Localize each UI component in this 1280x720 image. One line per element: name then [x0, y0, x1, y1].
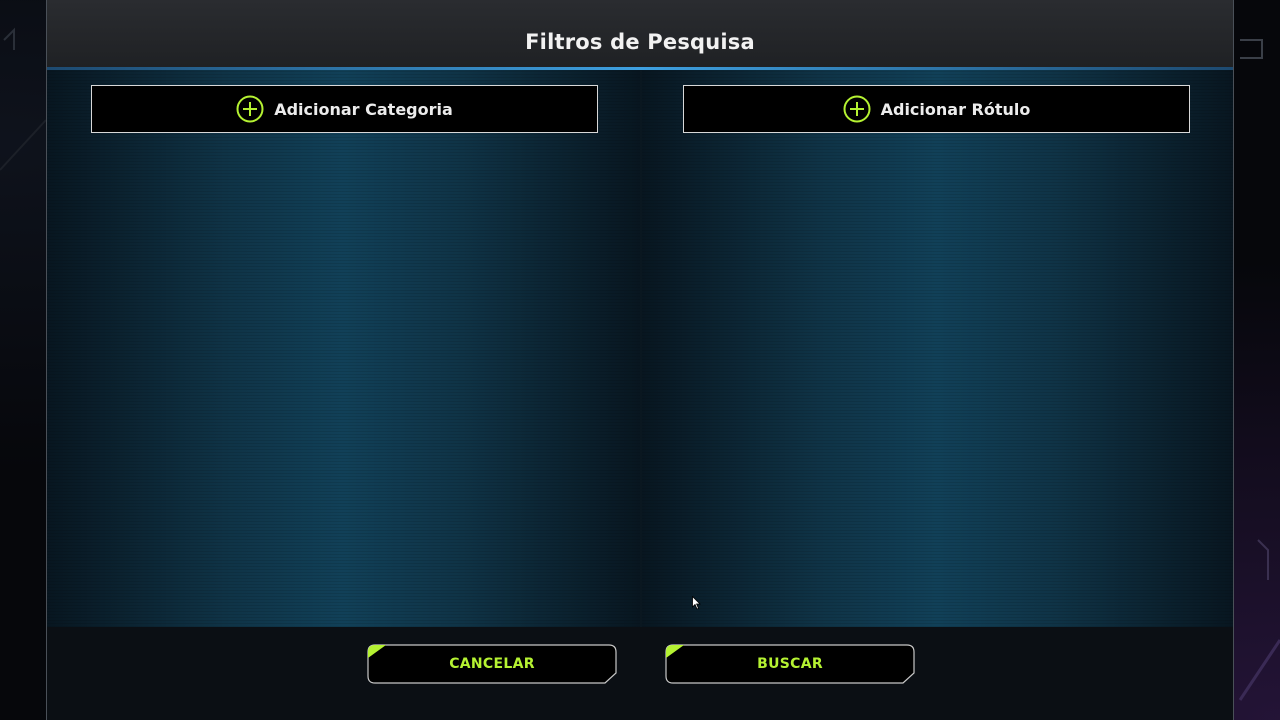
add-label-button[interactable]: Adicionar Rótulo — [683, 85, 1190, 133]
category-panel: Adicionar Categoria — [47, 70, 640, 627]
dialog-title: Filtros de Pesquisa — [525, 30, 755, 54]
search-filters-dialog: Filtros de Pesquisa Adicionar Categoria … — [46, 0, 1234, 720]
cancel-label: CANCELAR — [449, 656, 535, 672]
label-panel: Adicionar Rótulo — [642, 70, 1233, 627]
add-label-label: Adicionar Rótulo — [880, 99, 1031, 119]
add-category-button[interactable]: Adicionar Categoria — [91, 85, 598, 133]
add-category-label: Adicionar Categoria — [274, 99, 453, 119]
plus-circle-icon — [843, 95, 871, 123]
search-label: BUSCAR — [757, 656, 823, 672]
mouse-cursor-icon — [692, 596, 701, 610]
search-button[interactable]: BUSCAR — [665, 644, 915, 684]
dialog-header: Filtros de Pesquisa — [47, 0, 1233, 67]
dialog-footer: CANCELAR BUSCAR — [47, 627, 1233, 720]
plus-circle-icon — [236, 95, 264, 123]
cancel-button[interactable]: CANCELAR — [367, 644, 617, 684]
